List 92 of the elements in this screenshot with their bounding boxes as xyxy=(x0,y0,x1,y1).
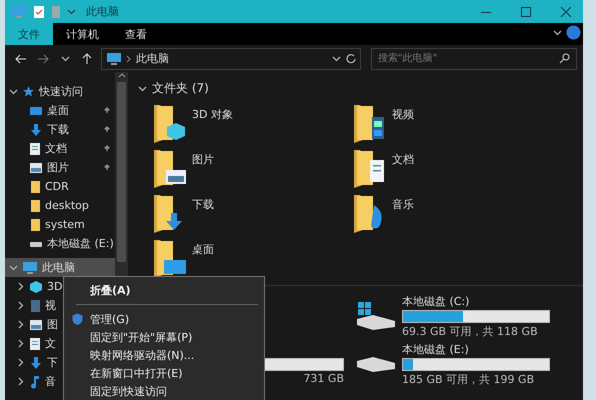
navigation-label: system xyxy=(45,218,85,231)
folder-name[interactable]: 图片 xyxy=(192,152,214,167)
computer-icon xyxy=(22,260,38,274)
chevron-right-icon xyxy=(126,54,132,62)
search-icon xyxy=(559,52,570,64)
chevron-down-icon xyxy=(332,54,341,63)
navigation-label: 下 xyxy=(47,355,58,370)
drive-name[interactable]: 本地磁盘 (E:) xyxy=(402,342,550,356)
navigation-item[interactable]: desktop xyxy=(5,196,115,215)
download-arrow-icon xyxy=(29,122,43,136)
folder-name[interactable]: 视频 xyxy=(392,107,414,122)
document-icon xyxy=(29,336,41,350)
folder-name[interactable]: 音乐 xyxy=(392,197,414,212)
navigation-item[interactable]: 下载 xyxy=(5,120,115,139)
film-icon xyxy=(29,298,41,312)
back-arrow-icon xyxy=(15,54,27,64)
folder-icon xyxy=(29,218,41,232)
properties-icon xyxy=(33,4,45,18)
navigation-label: 音 xyxy=(45,374,56,389)
search-field[interactable]: 搜索"此电脑" xyxy=(371,48,577,70)
up-arrow-icon xyxy=(82,52,92,64)
ribbon-tab[interactable]: 查看 xyxy=(112,23,160,45)
drive-space-text: 185 GB 可用，共 199 GB xyxy=(402,372,536,386)
navigation-label: CDR xyxy=(45,180,69,193)
folder-icon xyxy=(29,180,41,194)
navigation-label: 图片 xyxy=(47,160,69,175)
navigation-label: 视 xyxy=(45,298,56,313)
folder-icon xyxy=(29,198,41,212)
navigation-item[interactable]: 此电脑 xyxy=(5,258,115,277)
music-note-icon xyxy=(29,374,41,388)
drive-icon xyxy=(356,356,396,372)
help-icon xyxy=(566,24,580,40)
navigation-item[interactable]: 文档 xyxy=(5,139,115,158)
maximize-icon xyxy=(521,6,531,16)
download-arrow-icon xyxy=(29,356,43,370)
navigation-label: 快速访问 xyxy=(39,84,83,99)
pin-icon xyxy=(103,163,111,172)
navigation-item[interactable]: 快速访问 xyxy=(5,82,115,101)
navigation-label: 本地磁盘 (E:) xyxy=(47,236,114,251)
navigation-label: 3D xyxy=(47,280,62,293)
help-button[interactable] xyxy=(565,23,581,41)
pin-icon xyxy=(103,106,111,115)
computer-icon xyxy=(11,4,27,18)
menu-item[interactable]: 映射网络驱动器(N)... xyxy=(64,346,264,364)
navigation-item[interactable]: system xyxy=(5,215,115,234)
ribbon-tab[interactable]: 计算机 xyxy=(53,23,112,45)
folder-name[interactable]: 文档 xyxy=(392,152,414,167)
navigation-label: 文 xyxy=(45,336,56,351)
address-path: 此电脑 xyxy=(136,51,170,66)
forward-arrow-icon xyxy=(37,54,49,64)
window-title: 此电脑 xyxy=(86,4,119,19)
scroll-up-icon xyxy=(118,72,126,78)
navigation-item[interactable]: 图片 xyxy=(5,158,115,177)
folder-icon xyxy=(51,4,61,18)
star-icon xyxy=(22,85,35,98)
navigation-label: 下载 xyxy=(47,122,69,137)
navigation-label: 桌面 xyxy=(47,103,69,118)
chevron-down-icon xyxy=(60,54,70,63)
navigation-label: 此电脑 xyxy=(42,260,75,275)
folder-name[interactable]: 3D 对象 xyxy=(192,107,233,122)
cube-icon xyxy=(29,280,43,294)
menu-item[interactable]: 折叠(A) xyxy=(64,281,264,299)
pin-icon xyxy=(103,125,111,134)
picture-icon xyxy=(29,162,43,174)
menu-item[interactable]: 固定到快速访问 xyxy=(64,382,264,400)
document-icon xyxy=(29,142,41,156)
refresh-icon xyxy=(345,53,356,64)
menu-item[interactable]: 固定到"开始"屏幕(P) xyxy=(64,328,264,346)
navigation-label: 文档 xyxy=(45,141,67,156)
close-icon xyxy=(561,6,571,16)
section-heading: 文件夹 (7) xyxy=(152,80,209,97)
picture-icon xyxy=(29,318,43,330)
navigation-item[interactable]: 桌面 xyxy=(5,101,115,120)
computer-icon xyxy=(106,52,122,66)
navigation-item[interactable]: CDR xyxy=(5,177,115,196)
ribbon-tab[interactable]: 文件 xyxy=(5,23,53,45)
shield-icon xyxy=(72,313,83,325)
desktop-icon xyxy=(29,104,43,116)
drive-space-text: 731 GB xyxy=(302,372,344,384)
folder-name[interactable]: 下载 xyxy=(192,197,214,212)
folder-name[interactable]: 桌面 xyxy=(192,242,214,257)
pin-icon xyxy=(103,144,111,153)
navigation-item[interactable]: 本地磁盘 (E:) xyxy=(5,234,115,253)
chevron-down-icon xyxy=(552,28,562,36)
drive-name[interactable]: 本地磁盘 (C:) xyxy=(402,294,550,308)
drive-space-text: 69.3 GB 可用，共 118 GB xyxy=(402,324,539,338)
address-field[interactable]: 此电脑 xyxy=(101,48,361,70)
drive-with-windows-logo-icon xyxy=(356,301,396,331)
dropdown-caret-icon xyxy=(67,7,76,16)
navigation-label: desktop xyxy=(45,199,89,212)
navigation-label: 图 xyxy=(47,317,58,332)
menu-item[interactable]: 在新窗口中打开(E) xyxy=(64,364,264,382)
